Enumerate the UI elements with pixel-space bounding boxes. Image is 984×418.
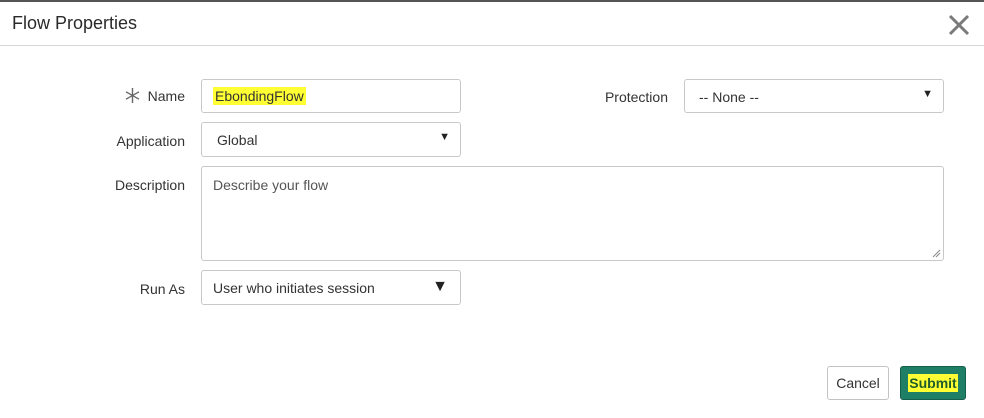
run-as-label: Run As [139,281,185,297]
dialog-header: Flow Properties [0,2,984,46]
submit-button[interactable]: Submit [900,366,966,400]
name-value: EbondingFlow [213,87,306,105]
close-icon[interactable] [946,12,972,38]
protection-label: Protection [604,89,668,105]
protection-select[interactable]: -- None -- ▼ [684,79,944,113]
resize-handle-icon[interactable] [932,249,941,258]
application-select[interactable]: Global ▼ [201,122,461,157]
cancel-button[interactable]: Cancel [827,366,889,400]
submit-label: Submit [908,374,958,392]
dialog-title: Flow Properties [12,13,138,33]
application-value: Global [217,132,258,148]
application-label: Application [116,133,186,149]
protection-value: -- None -- [699,89,759,105]
name-input[interactable]: EbondingFlow [201,79,461,113]
description-textarea[interactable]: Describe your flow [201,166,944,261]
caret-down-icon: ▼ [432,278,448,295]
run-as-select[interactable]: User who initiates session ▼ [201,270,461,305]
description-placeholder: Describe your flow [213,177,329,193]
caret-down-icon: ▼ [922,88,933,100]
run-as-value: User who initiates session [213,280,375,296]
description-label: Description [114,177,185,193]
caret-down-icon: ▼ [439,131,450,143]
name-label: Name [147,88,185,104]
